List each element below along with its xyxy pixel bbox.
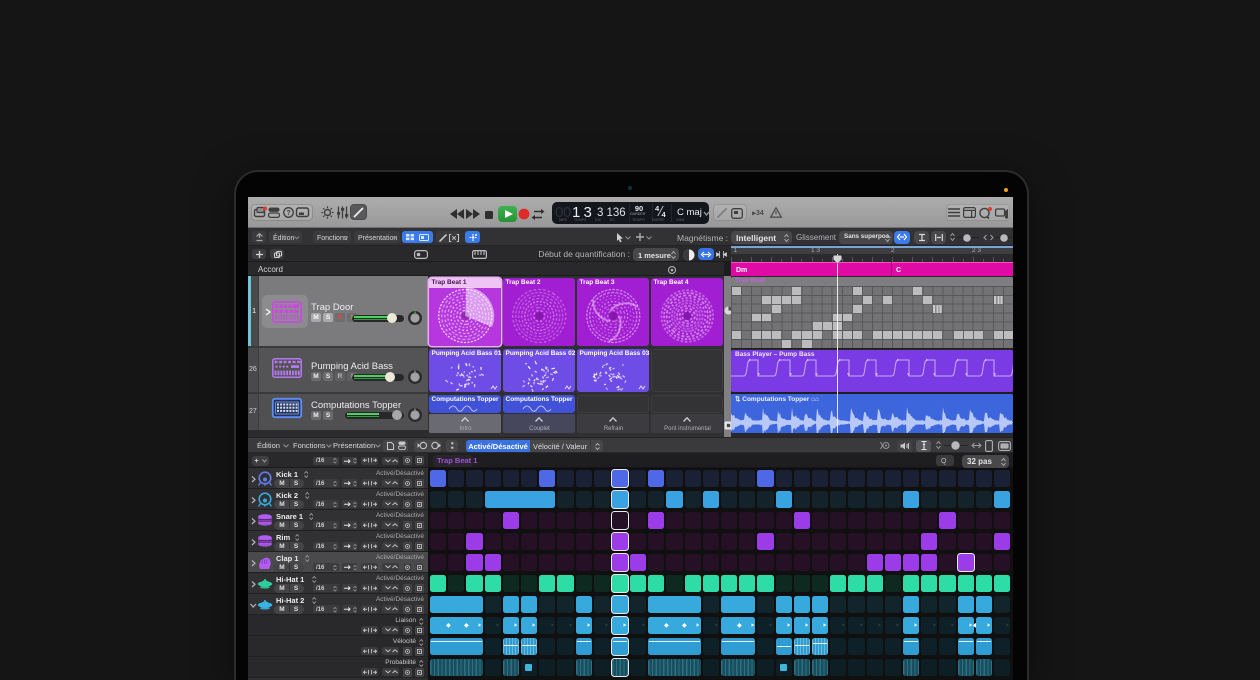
svg-text:?: ? [286, 210, 290, 217]
